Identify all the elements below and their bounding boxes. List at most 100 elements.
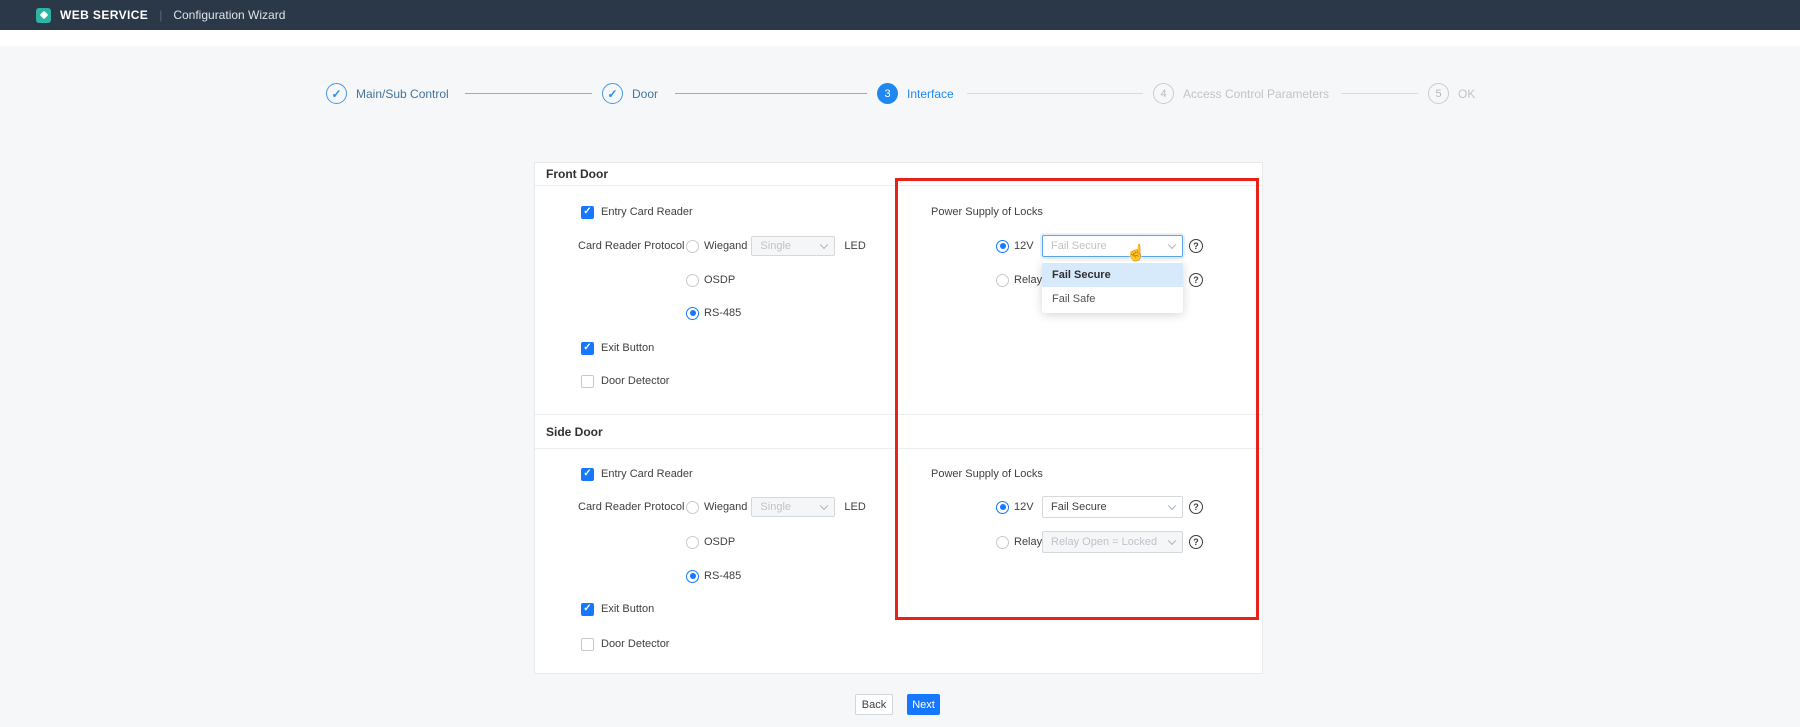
step-label: OK [1458, 87, 1475, 101]
top-navbar: WEB SERVICE | Configuration Wizard [0, 0, 1800, 30]
help-icon[interactable]: ? [1189, 239, 1203, 253]
check-icon: ✓ [583, 343, 591, 353]
front-entry-card-reader-checkbox[interactable]: ✓ [581, 206, 594, 219]
front-relay-radio[interactable] [996, 274, 1009, 287]
next-button[interactable]: Next [907, 694, 940, 715]
side-relay-radio[interactable] [996, 536, 1009, 549]
side-osdp-row: OSDP [686, 531, 735, 553]
app-logo-icon [36, 8, 51, 23]
front-exit-button-checkbox[interactable]: ✓ [581, 342, 594, 355]
front-entry-card-reader-label: Entry Card Reader [601, 206, 693, 218]
side-rs485-radio[interactable] [686, 570, 699, 583]
side-power-supply-title: Power Supply of Locks [931, 468, 1043, 480]
step-main-sub-control[interactable]: ✓ Main/Sub Control [326, 83, 449, 104]
front-door-section-header: Front Door [535, 163, 1262, 186]
front-osdp-label: OSDP [704, 274, 735, 286]
front-wiegand-radio[interactable] [686, 240, 699, 253]
side-rs485-label: RS-485 [704, 570, 741, 582]
front-card-reader-protocol-label: Card Reader Protocol [578, 240, 686, 252]
side-relay-label: Relay [1014, 536, 1042, 548]
side-power-supply-title-row: Power Supply of Locks [931, 463, 1043, 485]
step-ok[interactable]: 5 OK [1428, 83, 1475, 104]
front-12v-radio[interactable] [996, 240, 1009, 253]
side-door-detector-checkbox[interactable] [581, 638, 594, 651]
step-label: Door [632, 87, 658, 101]
chevron-down-icon [1168, 241, 1176, 249]
side-12v-label: 12V [1014, 501, 1042, 513]
chevron-down-icon [1168, 502, 1176, 510]
check-icon: ✓ [583, 469, 591, 479]
help-icon[interactable]: ? [1189, 500, 1203, 514]
side-exit-button-label: Exit Button [601, 603, 654, 615]
step-number: 3 [877, 83, 898, 104]
side-wiegand-mode-select: Single [751, 497, 835, 517]
interface-settings-card: Front Door ✓ Entry Card Reader Card Read… [534, 162, 1263, 674]
brand-name: WEB SERVICE [60, 8, 148, 22]
step-connector-line [675, 93, 867, 94]
side-osdp-label: OSDP [704, 536, 735, 548]
side-12v-mode-select[interactable]: Fail Secure [1042, 496, 1183, 518]
dropdown-option-fail-secure[interactable]: Fail Secure [1042, 263, 1183, 287]
step-access-control-parameters[interactable]: 4 Access Control Parameters [1153, 83, 1329, 104]
side-wiegand-mode-value: Single [760, 501, 791, 513]
side-door-detector-label: Door Detector [601, 638, 669, 650]
step-number: 5 [1428, 83, 1449, 104]
side-12v-mode-value: Fail Secure [1051, 501, 1107, 513]
check-icon: ✓ [583, 604, 591, 614]
side-relay-mode-value: Relay Open = Locked [1051, 536, 1157, 548]
help-icon[interactable]: ? [1189, 535, 1203, 549]
side-entry-card-reader-checkbox[interactable]: ✓ [581, 468, 594, 481]
step-label: Main/Sub Control [356, 87, 449, 101]
front-wiegand-mode-select: Single [751, 236, 835, 256]
side-power-12v-row: 12V Fail Secure ? [996, 496, 1203, 518]
front-osdp-radio[interactable] [686, 274, 699, 287]
side-exit-button-row: ✓ Exit Button [581, 598, 654, 620]
chevron-down-icon [1168, 537, 1176, 545]
side-door-title: Side Door [546, 425, 603, 439]
chevron-down-icon [820, 241, 828, 249]
front-12v-label: 12V [1014, 240, 1042, 252]
side-entry-card-reader-label: Entry Card Reader [601, 468, 693, 480]
dropdown-option-fail-safe[interactable]: Fail Safe [1042, 287, 1183, 311]
front-relay-label: Relay [1014, 274, 1042, 286]
chevron-down-icon [820, 502, 828, 510]
front-power-12v-row: 12V Fail Secure ? [996, 235, 1203, 257]
front-door-detector-label: Door Detector [601, 375, 669, 387]
front-12v-mode-select[interactable]: Fail Secure [1042, 235, 1183, 257]
side-entry-card-reader-row: ✓ Entry Card Reader [581, 463, 693, 485]
front-rs485-row: RS-485 [686, 302, 741, 324]
front-exit-button-row: ✓ Exit Button [581, 337, 654, 359]
front-osdp-row: OSDP [686, 269, 735, 291]
front-door-detector-row: Door Detector [581, 370, 669, 392]
step-label: Access Control Parameters [1183, 87, 1329, 101]
side-osdp-radio[interactable] [686, 536, 699, 549]
side-door-section-header: Side Door [535, 414, 1262, 449]
front-door-title: Front Door [546, 167, 608, 181]
check-icon: ✓ [583, 207, 591, 217]
front-door-detector-checkbox[interactable] [581, 375, 594, 388]
front-wiegand-mode-value: Single [760, 240, 791, 252]
page-title: Configuration Wizard [173, 8, 285, 22]
step-connector-line [967, 93, 1143, 94]
step-interface[interactable]: 3 Interface [877, 83, 954, 104]
help-icon[interactable]: ? [1189, 273, 1203, 287]
side-card-reader-protocol-label: Card Reader Protocol [578, 501, 686, 513]
side-12v-radio[interactable] [996, 501, 1009, 514]
step-connector-line [465, 93, 592, 94]
side-exit-button-checkbox[interactable]: ✓ [581, 603, 594, 616]
step-number: 4 [1153, 83, 1174, 104]
side-wiegand-radio[interactable] [686, 501, 699, 514]
front-rs485-label: RS-485 [704, 307, 741, 319]
back-button[interactable]: Back [855, 694, 893, 715]
front-wiegand-label: Wiegand [704, 240, 747, 252]
navbar-divider: | [159, 8, 162, 22]
step-connector-line [1341, 93, 1418, 94]
front-power-supply-title: Power Supply of Locks [931, 206, 1043, 218]
subheader-band [0, 30, 1800, 46]
step-door[interactable]: ✓ Door [602, 83, 658, 104]
front-card-reader-protocol-row: Card Reader Protocol Wiegand Single LED [578, 235, 866, 257]
front-rs485-radio[interactable] [686, 307, 699, 320]
side-relay-mode-select: Relay Open = Locked [1042, 531, 1183, 553]
front-power-supply-title-row: Power Supply of Locks [931, 201, 1043, 223]
step-label: Interface [907, 87, 954, 101]
